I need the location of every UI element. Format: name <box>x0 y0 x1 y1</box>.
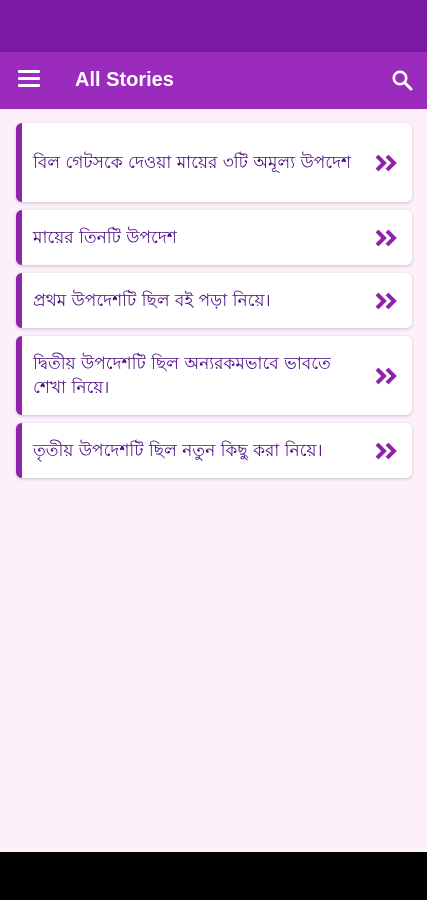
story-item[interactable]: তৃতীয় উপদেশটি ছিল নতুন কিছু করা নিয়ে। <box>16 423 412 478</box>
system-navigation-bar <box>0 852 427 900</box>
status-bar <box>0 0 427 52</box>
story-list: বিল গেটসকে দেওয়া মায়ের ৩টি অমূল্য উপদে… <box>16 123 412 486</box>
story-title: দ্বিতীয় উপদেশটি ছিল অন্যরকমভাবে ভাবতে শ… <box>33 353 331 398</box>
story-item[interactable]: দ্বিতীয় উপদেশটি ছিল অন্যরকমভাবে ভাবতে শ… <box>16 336 412 415</box>
double-chevron-right-icon <box>375 229 397 246</box>
story-title: বিল গেটসকে দেওয়া মায়ের ৩টি অমূল্য উপদে… <box>33 152 352 173</box>
double-chevron-right-icon <box>375 292 397 309</box>
story-title: তৃতীয় উপদেশটি ছিল নতুন কিছু করা নিয়ে। <box>33 440 323 461</box>
app-bar: All Stories <box>0 52 427 109</box>
story-item[interactable]: প্রথম উপদেশটি ছিল বই পড়া নিয়ে। <box>16 273 412 328</box>
search-icon[interactable] <box>391 69 413 91</box>
double-chevron-right-icon <box>375 367 397 384</box>
hamburger-menu-icon[interactable] <box>18 70 40 90</box>
story-item[interactable]: মায়ের তিনটি উপদেশ <box>16 210 412 265</box>
page-title: All Stories <box>75 69 174 91</box>
double-chevron-right-icon <box>375 442 397 459</box>
story-title: প্রথম উপদেশটি ছিল বই পড়া নিয়ে। <box>33 290 271 311</box>
story-item[interactable]: বিল গেটসকে দেওয়া মায়ের ৩টি অমূল্য উপদে… <box>16 123 412 202</box>
double-chevron-right-icon <box>375 154 397 171</box>
story-list-container: বিল গেটসকে দেওয়া মায়ের ৩টি অমূল্য উপদে… <box>0 109 427 852</box>
story-title: মায়ের তিনটি উপদেশ <box>33 227 177 248</box>
